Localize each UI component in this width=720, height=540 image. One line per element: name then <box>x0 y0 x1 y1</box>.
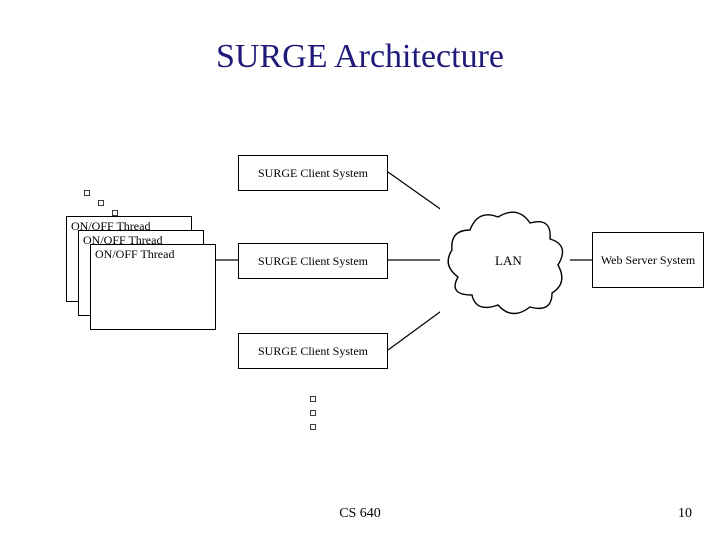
client-label-2: SURGE Client System <box>258 254 368 269</box>
marker-dot <box>310 396 316 402</box>
lan-label: LAN <box>495 253 522 269</box>
server-label: Web Server System <box>601 253 695 268</box>
client-box-1: SURGE Client System <box>238 155 388 191</box>
footer-course: CS 640 <box>0 506 720 522</box>
slide: SURGE Architecture ON/OFF Thread ON/OFF … <box>0 0 720 540</box>
client-box-3: SURGE Client System <box>238 333 388 369</box>
marker-dot <box>84 190 90 196</box>
slide-title: SURGE Architecture <box>0 38 720 76</box>
marker-dot <box>310 424 316 430</box>
thread-box-front: ON/OFF Thread <box>90 244 216 330</box>
server-box: Web Server System <box>592 232 704 288</box>
client-box-2: SURGE Client System <box>238 243 388 279</box>
marker-dot <box>98 200 104 206</box>
client-label-1: SURGE Client System <box>258 166 368 181</box>
thread-label-3: ON/OFF Thread <box>91 245 215 264</box>
marker-dot <box>112 210 118 216</box>
footer-page-number: 10 <box>678 506 692 522</box>
marker-dot <box>310 410 316 416</box>
client-label-3: SURGE Client System <box>258 344 368 359</box>
